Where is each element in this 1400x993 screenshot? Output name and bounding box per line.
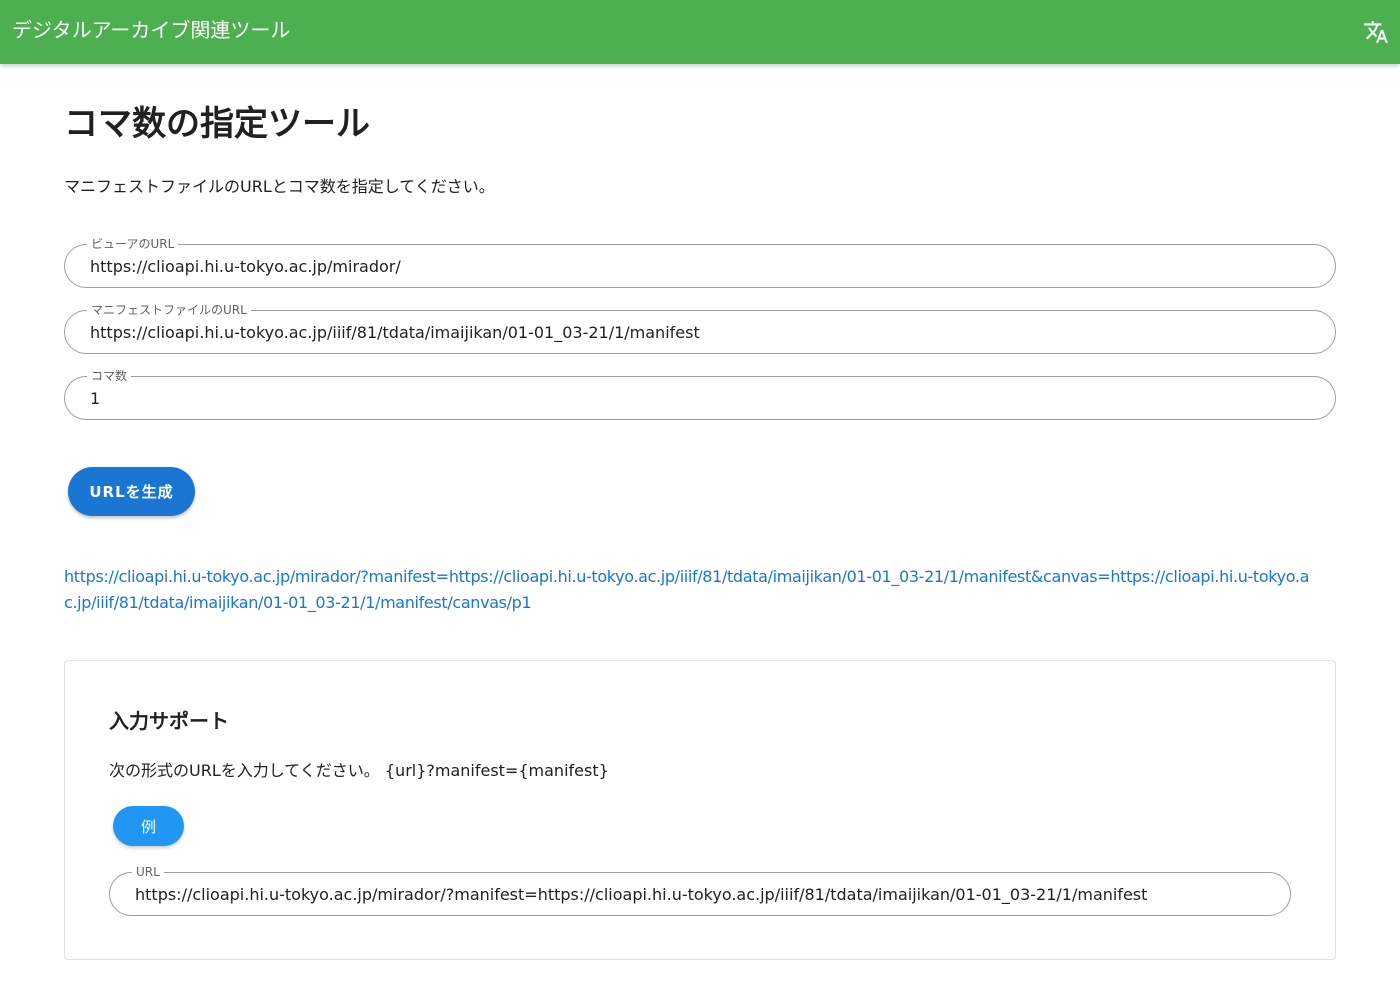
support-url-input[interactable] (135, 883, 1270, 905)
manifest-url-input[interactable] (90, 321, 1315, 343)
support-description: 次の形式のURLを入力してください。 {url}?manifest={manif… (109, 761, 609, 780)
viewer-url-label: ビューアのURL (87, 237, 179, 251)
page-title: コマ数の指定ツール (64, 104, 370, 144)
input-support-card: 入力サポート 次の形式のURLを入力してください。 {url}?manifest… (64, 660, 1336, 960)
translate-icon (1364, 21, 1388, 43)
support-url-label: URL (132, 865, 164, 879)
app-bar: デジタルアーカイブ関連ツール (0, 0, 1400, 64)
lead-text: マニフェストファイルのURLとコマ数を指定してください。 (64, 177, 495, 196)
result-url-link[interactable]: https://clioapi.hi.u-tokyo.ac.jp/mirador… (64, 564, 1314, 616)
viewer-url-input[interactable] (90, 255, 1315, 277)
frame-count-input[interactable] (90, 387, 1315, 409)
manifest-url-label: マニフェストファイルのURL (87, 303, 251, 317)
frame-count-field: コマ数 (64, 369, 1336, 420)
generate-url-button[interactable]: URLを生成 (68, 467, 195, 516)
support-url-field: URL (109, 865, 1291, 916)
translate-button[interactable] (1358, 14, 1394, 50)
manifest-url-field: マニフェストファイルのURL (64, 303, 1336, 354)
frame-count-label: コマ数 (87, 369, 132, 383)
app-title: デジタルアーカイブ関連ツール (12, 18, 291, 42)
example-button[interactable]: 例 (113, 806, 184, 846)
support-title: 入力サポート (109, 709, 229, 733)
viewer-url-field: ビューアのURL (64, 237, 1336, 288)
